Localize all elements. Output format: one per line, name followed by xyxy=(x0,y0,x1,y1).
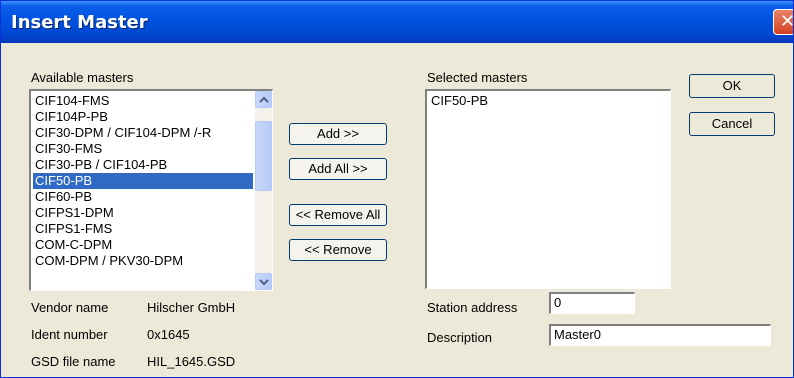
list-item[interactable]: CIF104P-PB xyxy=(33,109,253,125)
ident-number-value: 0x1645 xyxy=(147,327,190,342)
add-all-button[interactable]: Add All >> xyxy=(289,158,387,180)
scroll-up-button[interactable] xyxy=(255,91,272,108)
list-item[interactable]: CIF30-DPM / CIF104-DPM /-R xyxy=(33,125,253,141)
chevron-down-icon xyxy=(259,279,269,286)
insert-master-dialog: Insert Master ✕ Available masters CIF104… xyxy=(0,0,794,378)
cancel-button-label: Cancel xyxy=(711,116,753,131)
remove-button-label: << Remove xyxy=(304,242,372,257)
gsd-file-name-value: HIL_1645.GSD xyxy=(147,354,236,369)
remove-all-button[interactable]: << Remove All xyxy=(289,204,387,226)
list-item[interactable]: CIFPS1-FMS xyxy=(33,221,253,237)
remove-all-button-label: << Remove All xyxy=(295,207,381,222)
close-button[interactable]: ✕ xyxy=(773,9,794,35)
available-masters-scrollbar[interactable] xyxy=(255,91,272,290)
vendor-name-label: Vendor name xyxy=(31,300,109,315)
list-item[interactable]: CIF30-FMS xyxy=(33,141,253,157)
vendor-name-value: Hilscher GmbH xyxy=(147,300,236,315)
close-icon: ✕ xyxy=(780,11,794,32)
chevron-up-icon xyxy=(259,96,269,103)
available-masters-items: CIF104-FMS CIF104P-PB CIF30-DPM / CIF104-D… xyxy=(33,93,253,269)
list-item[interactable]: CIFPS1-DPM xyxy=(33,205,253,221)
list-item[interactable]: CIF50-PB xyxy=(33,173,253,189)
add-button[interactable]: Add >> xyxy=(289,123,387,145)
dialog-title: Insert Master xyxy=(11,12,148,33)
add-button-label: Add >> xyxy=(317,126,359,141)
ok-button[interactable]: OK xyxy=(689,74,775,98)
scroll-thumb[interactable] xyxy=(255,121,272,191)
selected-masters-label: Selected masters xyxy=(427,70,528,85)
ok-button-label: OK xyxy=(722,78,742,93)
description-input[interactable]: Master0 xyxy=(549,324,771,346)
available-masters-label: Available masters xyxy=(31,70,134,85)
station-address-label: Station address xyxy=(427,300,518,315)
description-label: Description xyxy=(427,330,493,345)
station-address-input[interactable]: 0 xyxy=(549,292,635,314)
title-bar[interactable]: Insert Master ✕ xyxy=(1,1,794,43)
scroll-down-button[interactable] xyxy=(255,273,272,290)
available-masters-list[interactable]: CIF104-FMS CIF104P-PB CIF30-DPM / CIF104-D… xyxy=(29,89,273,291)
list-item[interactable]: COM-C-DPM xyxy=(33,237,253,253)
gsd-file-name-label: GSD file name xyxy=(31,354,116,369)
ident-number-label: Ident number xyxy=(31,327,108,342)
list-item[interactable]: CIF60-PB xyxy=(33,189,253,205)
list-item[interactable]: COM-DPM / PKV30-DPM xyxy=(33,253,253,269)
selected-masters-list[interactable]: CIF50-PB xyxy=(425,89,671,289)
remove-button[interactable]: << Remove xyxy=(289,239,387,261)
cancel-button[interactable]: Cancel xyxy=(689,112,775,136)
add-all-button-label: Add All >> xyxy=(308,161,368,176)
selected-masters-items: CIF50-PB xyxy=(429,93,649,109)
list-item[interactable]: CIF104-FMS xyxy=(33,93,253,109)
list-item[interactable]: CIF50-PB xyxy=(429,93,649,109)
list-item[interactable]: CIF30-PB / CIF104-PB xyxy=(33,157,253,173)
